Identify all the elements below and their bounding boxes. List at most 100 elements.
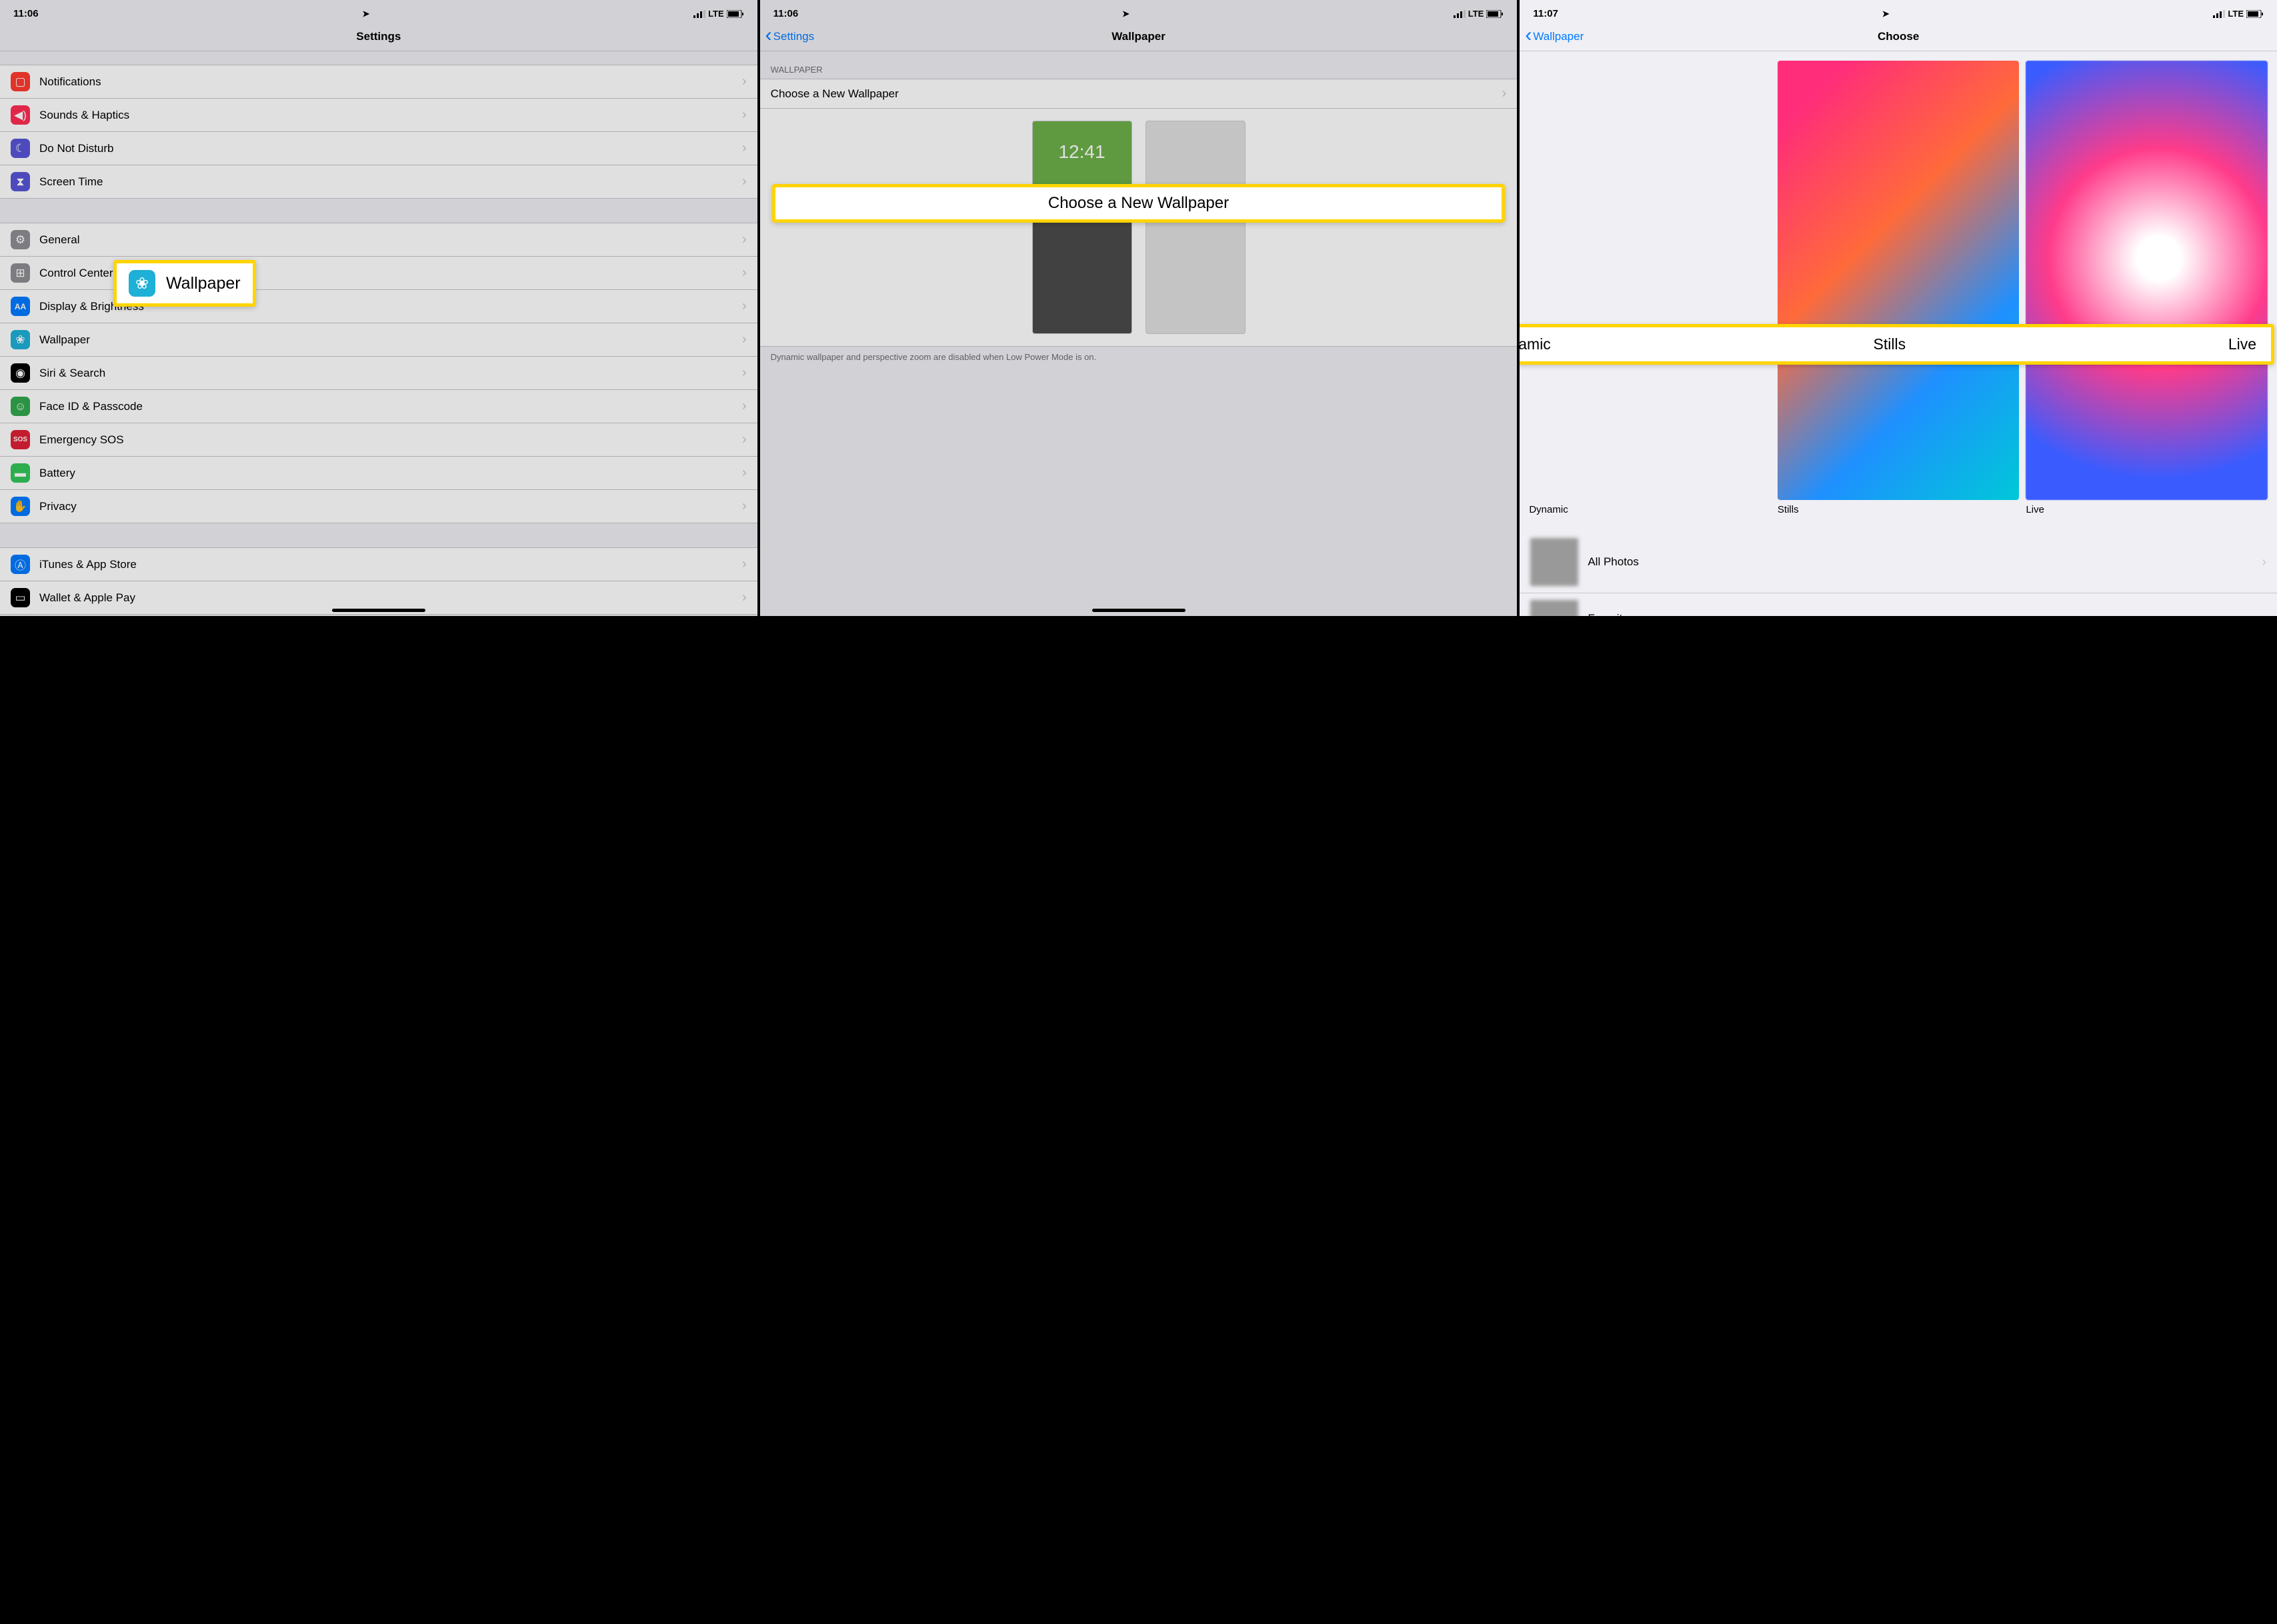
chevron-icon: › <box>742 107 747 123</box>
status-bar: 11:07 ➤ LTE <box>1520 0 2277 22</box>
network-label: LTE <box>1468 9 1484 19</box>
type-stills[interactable]: Stills <box>1778 61 2020 515</box>
status-time: 11:06 <box>773 8 799 19</box>
general-icon: ⚙ <box>11 230 30 249</box>
settings-group-3: ⒶiTunes & App Store› ▭Wallet & Apple Pay… <box>0 547 757 615</box>
sos-icon: SOS <box>11 430 30 449</box>
settings-group-1: ▢Notifications› ◀︎)Sounds & Haptics› ☾Do… <box>0 65 757 199</box>
live-thumb <box>2026 61 2268 500</box>
privacy-icon: ✋ <box>11 497 30 516</box>
location-icon: ➤ <box>1882 9 1890 19</box>
display-icon: AA <box>11 297 30 316</box>
chevron-icon: › <box>742 557 747 572</box>
chevron-icon: › <box>742 590 747 605</box>
row-notifications[interactable]: ▢Notifications› <box>0 65 757 99</box>
back-button[interactable]: Settings <box>765 30 814 43</box>
battery-icon <box>1486 10 1504 18</box>
row-privacy[interactable]: ✋Privacy› <box>0 490 757 523</box>
chevron-icon: › <box>742 365 747 381</box>
stills-thumb <box>1778 61 2020 500</box>
chevron-icon: › <box>742 74 747 89</box>
albums-list: All Photos› Favorites1› Selfies19› Live … <box>1520 531 2277 616</box>
notifications-icon: ▢ <box>11 72 30 91</box>
status-bar: 11:06 ➤ LTE <box>0 0 757 22</box>
signal-icon <box>1454 10 1466 18</box>
status-bar: 11:06 ➤ LTE <box>760 0 1518 22</box>
status-time: 11:06 <box>13 8 39 19</box>
page-title: Wallpaper <box>1111 30 1166 43</box>
section-header: WALLPAPER <box>760 51 1518 79</box>
chevron-icon: › <box>742 399 747 414</box>
status-time: 11:07 <box>1533 8 1558 19</box>
home-indicator[interactable] <box>332 609 425 612</box>
row-wallpaper[interactable]: ❀Wallpaper› <box>0 323 757 357</box>
album-thumb <box>1530 600 1578 616</box>
nav-bar: Settings Wallpaper <box>760 22 1518 51</box>
chevron-icon: › <box>2262 555 2266 570</box>
row-faceid[interactable]: ☺Face ID & Passcode› <box>0 390 757 423</box>
status-right: LTE <box>2213 9 2264 19</box>
screen-wallpaper: 11:06➤ LTE Settings Wallpaper WALLPAPER … <box>760 0 1518 616</box>
screen-choose: 11:07 ➤ LTE Wallpaper Choose Dynamic Stil… <box>1520 0 2277 616</box>
battery-icon <box>727 10 744 18</box>
row-choose-wallpaper[interactable]: Choose a New Wallpaper › <box>760 79 1518 109</box>
page-title: Choose <box>1878 30 1919 43</box>
callout-wallpaper: ❀ Wallpaper <box>113 260 256 307</box>
chevron-icon: › <box>1502 86 1507 101</box>
wallpaper-types: Dynamic Stills Live <box>1520 51 2277 518</box>
chevron-icon: › <box>742 299 747 314</box>
row-siri[interactable]: ◉Siri & Search› <box>0 357 757 390</box>
control-center-icon: ⊞ <box>11 263 30 283</box>
chevron-icon: › <box>742 332 747 347</box>
page-title: Settings <box>356 30 401 43</box>
row-itunes[interactable]: ⒶiTunes & App Store› <box>0 548 757 581</box>
status-right: LTE <box>1454 9 1504 19</box>
status-right: LTE <box>693 9 744 19</box>
chevron-icon: › <box>742 174 747 189</box>
home-indicator[interactable] <box>1092 609 1186 612</box>
row-general[interactable]: ⚙General› <box>0 223 757 257</box>
wallet-icon: ▭ <box>11 588 30 607</box>
location-icon: ➤ <box>1122 9 1129 19</box>
nav-bar: Settings <box>0 22 757 51</box>
chevron-icon: › <box>742 265 747 281</box>
network-label: LTE <box>708 9 724 19</box>
faceid-icon: ☺ <box>11 397 30 416</box>
chevron-icon: › <box>742 141 747 156</box>
row-dnd[interactable]: ☾Do Not Disturb› <box>0 132 757 165</box>
callout-types: Dynamic Stills Live <box>1520 324 2274 365</box>
row-screentime[interactable]: ⧗Screen Time› <box>0 165 757 198</box>
type-dynamic[interactable]: Dynamic <box>1529 61 1771 515</box>
chevron-icon: › <box>742 432 747 447</box>
chevron-icon: › <box>742 465 747 481</box>
chevron-icon: › <box>742 232 747 247</box>
preview-lock-screen[interactable]: 12:41 <box>1032 121 1132 334</box>
row-battery[interactable]: ▬Battery› <box>0 457 757 490</box>
signal-icon <box>2213 10 2225 18</box>
row-sos[interactable]: SOSEmergency SOS› <box>0 423 757 457</box>
screen-settings: 11:06➤ LTE Settings ▢Notifications› ◀︎)S… <box>0 0 757 616</box>
wallpaper-icon: ❀ <box>129 270 155 297</box>
battery-row-icon: ▬ <box>11 463 30 483</box>
back-button[interactable]: Wallpaper <box>1525 30 1584 43</box>
album-thumb <box>1530 538 1578 586</box>
dnd-icon: ☾ <box>11 139 30 158</box>
network-label: LTE <box>2228 9 2244 19</box>
wallpaper-previews: 12:41 <box>760 109 1518 346</box>
type-live[interactable]: Live <box>2026 61 2268 515</box>
location-icon: ➤ <box>362 9 369 19</box>
dynamic-thumb <box>1529 61 1771 500</box>
sounds-icon: ◀︎) <box>11 105 30 125</box>
nav-bar: Wallpaper Choose <box>1520 22 2277 51</box>
itunes-icon: Ⓐ <box>11 555 30 574</box>
signal-icon <box>693 10 705 18</box>
album-all-photos[interactable]: All Photos› <box>1520 531 2277 593</box>
album-favorites[interactable]: Favorites1› <box>1520 593 2277 616</box>
preview-time: 12:41 <box>1033 141 1131 163</box>
row-sounds[interactable]: ◀︎)Sounds & Haptics› <box>0 99 757 132</box>
section-footer: Dynamic wallpaper and perspective zoom a… <box>760 347 1518 369</box>
screentime-icon: ⧗ <box>11 172 30 191</box>
chevron-icon: › <box>742 499 747 514</box>
callout-choose: Choose a New Wallpaper <box>772 184 1506 223</box>
preview-home-screen[interactable] <box>1146 121 1246 334</box>
